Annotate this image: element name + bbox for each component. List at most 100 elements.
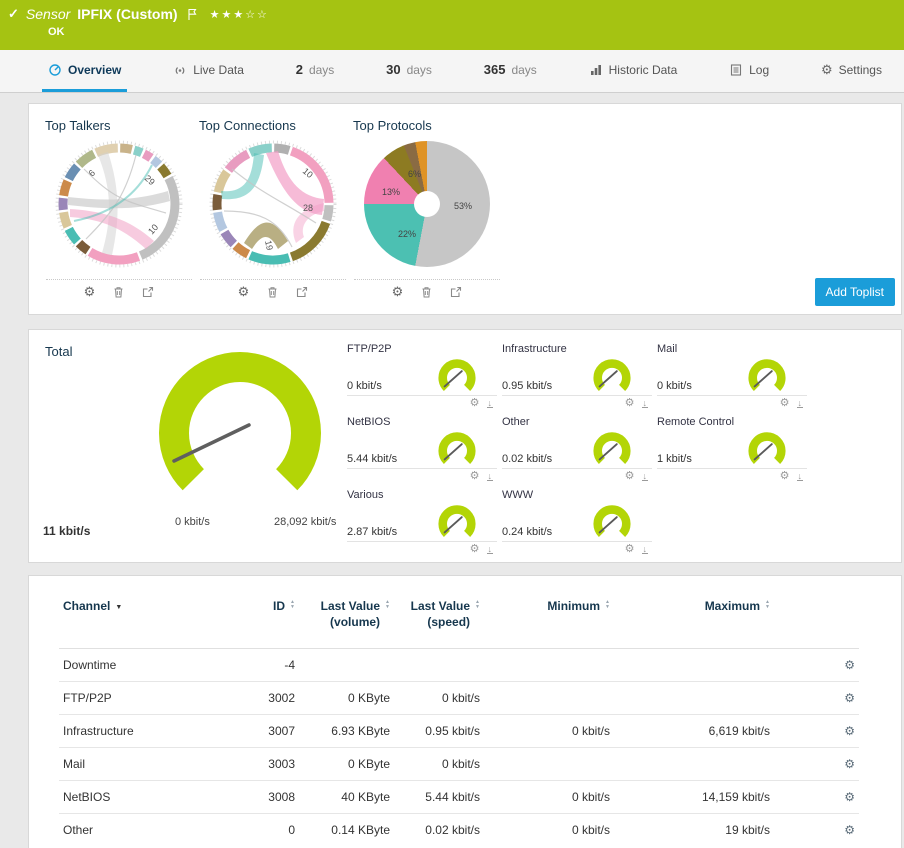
tab-365-days[interactable]: 365 days (478, 50, 543, 92)
channel-gauge-value: 1 kbit/s (657, 453, 692, 465)
table-row[interactable]: Other 0 0.14 KByte 0.02 kbit/s 0 kbit/s 19 kb… (59, 813, 859, 847)
pie-label: 13% (382, 187, 401, 197)
tab-historic-data[interactable]: Historic Data (583, 50, 684, 92)
column-header-1[interactable]: ID ▲ ▼ (234, 592, 299, 650)
total-gauge (159, 352, 321, 491)
column-header-0[interactable]: Channel ▼ (59, 592, 234, 650)
gauge-download-icon[interactable]: ↓ (641, 544, 648, 555)
channel-gauge-grid: FTP/P2P 0 kbit/s ⚙ ↓ Infrastructure 0.95… (347, 338, 809, 555)
chord-ribbons (68, 152, 170, 255)
tab-settings[interactable]: ⚙ Settings (815, 50, 888, 92)
channel-settings-icon[interactable]: ⚙ (844, 757, 855, 771)
sort-arrows-icon[interactable]: ▲ ▼ (475, 598, 480, 609)
cell-volume: 0 KByte (299, 681, 394, 715)
column-header-4[interactable]: Minimum ▲ ▼ (484, 592, 614, 650)
channel-gauge-label: Other (502, 416, 530, 428)
toplist-settings-icon[interactable]: ⚙ (84, 285, 96, 298)
cell-speed (394, 649, 484, 682)
sort-arrows-icon[interactable]: ▲ ▼ (605, 598, 610, 609)
channel-settings-icon[interactable]: ⚙ (844, 691, 855, 705)
column-header-5[interactable]: Maximum ▲ ▼ (614, 592, 774, 650)
cell-id: 3008 (234, 780, 299, 814)
tab-overview[interactable]: Overview (42, 50, 128, 92)
ring-label: 29 (143, 173, 157, 187)
sort-arrows-icon[interactable]: ▲ ▼ (765, 598, 770, 609)
gauge-settings-icon[interactable]: ⚙ (625, 398, 635, 409)
tab-2-days[interactable]: 2 days (290, 50, 341, 92)
channel-sort-caret-icon[interactable]: ▼ (115, 602, 122, 611)
gauge-settings-icon[interactable]: ⚙ (625, 471, 635, 482)
sort-arrows-icon[interactable]: ▲ ▼ (385, 598, 390, 609)
table-row[interactable]: Infrastructure 3007 6.93 KByte 0.95 kbit/s 0… (59, 714, 859, 748)
table-row[interactable]: NetBIOS 3008 40 KByte 5.44 kbit/s 0 kbit/s 14… (59, 780, 859, 814)
cell-volume: 0.14 KByte (299, 813, 394, 847)
status-check-icon: ✓ (8, 6, 19, 21)
toplist-delete-icon[interactable] (267, 286, 278, 298)
tab-log[interactable]: Log (723, 50, 775, 92)
priority-stars[interactable]: ★★★☆☆ (210, 8, 269, 21)
sort-arrows-icon[interactable]: ▲ ▼ (290, 598, 295, 609)
channel-gauge-cell: Various 2.87 kbit/s ⚙ ↓ (347, 484, 497, 555)
channel-settings-icon[interactable]: ⚙ (844, 658, 855, 672)
channel-settings-icon[interactable]: ⚙ (844, 790, 855, 804)
top-protocols-pie-chart[interactable]: 53% 22% 13% 6% (362, 139, 492, 269)
channel-gauge-value: 2.87 kbit/s (347, 526, 398, 538)
channel-settings-icon[interactable]: ⚙ (844, 823, 855, 837)
channel-settings-icon[interactable]: ⚙ (844, 724, 855, 738)
toplist-delete-icon[interactable] (421, 286, 432, 298)
top-talkers-chord-chart[interactable]: 6 29 10 (54, 139, 184, 269)
tab-30-days[interactable]: 30 days (380, 50, 438, 92)
toplist-delete-icon[interactable] (113, 286, 124, 298)
cell-volume: 6.93 KByte (299, 714, 394, 748)
channel-gauge-value: 0.02 kbit/s (502, 453, 553, 465)
toplist-settings-icon[interactable]: ⚙ (238, 285, 250, 298)
flag-icon[interactable] (187, 8, 197, 21)
sensor-kind-label: Sensor (25, 6, 71, 22)
toplist-settings-icon[interactable]: ⚙ (392, 285, 404, 298)
total-gauge-min: 0 kbit/s (175, 516, 210, 528)
tab-label: Historic Data (608, 62, 678, 77)
column-label: Last Value (320, 599, 381, 613)
top-connections-chord-chart[interactable]: 10 28 19 (208, 139, 338, 269)
column-label: Minimum (547, 599, 601, 613)
gauge-settings-icon[interactable]: ⚙ (470, 398, 480, 409)
gauge-download-icon[interactable]: ↓ (486, 471, 493, 482)
gauge-download-icon[interactable]: ↓ (796, 398, 803, 409)
gauge-download-icon[interactable]: ↓ (486, 398, 493, 409)
gauge-download-icon[interactable]: ↓ (641, 471, 648, 482)
overview-icon (48, 63, 62, 77)
add-toplist-button[interactable]: Add Toplist (814, 278, 895, 306)
gauge-download-icon[interactable]: ↓ (796, 471, 803, 482)
tab-label: Log (749, 62, 770, 77)
tab-live-data[interactable]: Live Data (167, 50, 250, 92)
gauge-download-icon[interactable]: ↓ (641, 398, 648, 409)
channel-table: Channel ▼ ID ▲ ▼ Last Value (volume) ▲ ▼ Last Val… (59, 592, 859, 847)
sensor-header: ✓ Sensor IPFIX (Custom) ★★★☆☆ OK (0, 0, 904, 50)
table-row[interactable]: Mail 3003 0 KByte 0 kbit/s ⚙ (59, 747, 859, 781)
gauge-settings-icon[interactable]: ⚙ (780, 398, 790, 409)
table-row[interactable]: Downtime -4 ⚙ (59, 649, 859, 682)
sort-down-icon: ▼ (385, 603, 390, 610)
channel-gauge (438, 505, 476, 537)
gauge-settings-icon[interactable]: ⚙ (625, 544, 635, 555)
tab-bar: Overview Live Data 2 days 30 days 365 da… (0, 50, 904, 93)
gauge-download-icon[interactable]: ↓ (486, 544, 493, 555)
tab-number: 365 (483, 62, 506, 77)
sort-down-icon: ▼ (290, 603, 295, 610)
cell-id: 3003 (234, 747, 299, 781)
toplist-open-icon[interactable] (296, 286, 308, 298)
cell-id: 0 (234, 813, 299, 847)
gauge-settings-icon[interactable]: ⚙ (780, 471, 790, 482)
channel-gauge-label: NetBIOS (347, 416, 391, 428)
table-row[interactable]: FTP/P2P 3002 0 KByte 0 kbit/s ⚙ (59, 681, 859, 715)
toplists-panel: Top Talkers 6 29 10 ⚙ Top Connections 10… (28, 103, 902, 315)
column-header-2[interactable]: Last Value (volume) ▲ ▼ (299, 592, 394, 650)
gauge-settings-icon[interactable]: ⚙ (470, 544, 480, 555)
tab-label: days (308, 62, 335, 77)
gauge-settings-icon[interactable]: ⚙ (470, 471, 480, 482)
toplist-open-icon[interactable] (142, 286, 154, 298)
toplist-open-icon[interactable] (450, 286, 462, 298)
channel-gauge-label: Various (347, 489, 384, 501)
toplist-toolbar: ⚙ (354, 279, 500, 298)
column-header-3[interactable]: Last Value (speed) ▲ ▼ (394, 592, 484, 650)
